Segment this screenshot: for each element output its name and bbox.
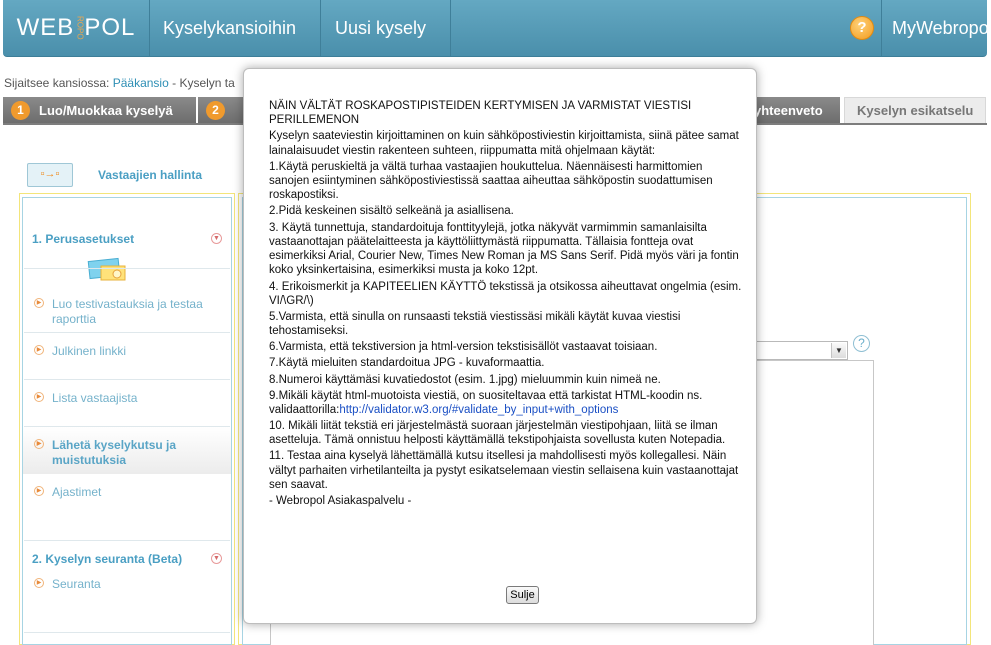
section-survey-tracking-title[interactable]: 2. Kyselyn seuranta (Beta) bbox=[32, 552, 182, 566]
tip-11: 11. Testaa aina kyselyä lähettämällä kut… bbox=[269, 450, 739, 491]
logo-text-ro: ROPO bbox=[75, 16, 85, 40]
dialog-title: NÄIN VÄLTÄT ROSKAPOSTIPISTEIDEN KERTYMIS… bbox=[269, 100, 692, 127]
bullet-arrow-icon: ▶ bbox=[34, 578, 44, 588]
tip-10: 10. Mikäli liität tekstiä eri järjestelm… bbox=[269, 420, 726, 447]
tip-7: 7.Käytä mieluiten standardoitua JPG - ku… bbox=[269, 357, 545, 370]
tip-4: 4. Erikoismerkit ja KAPITEELIEN KÄYTTÖ t… bbox=[269, 280, 742, 307]
menu-label: Ajastimet bbox=[52, 485, 102, 499]
tab-label: Luo/Muokkaa kyselyä bbox=[39, 102, 173, 118]
tip-6: 6.Varmista, että tekstiversion ja html-v… bbox=[269, 341, 658, 354]
logo-text-right: POL bbox=[84, 14, 136, 41]
top-navigation-bar: WEB ROPO POL Kyselykansioihin Uusi kysely … bbox=[3, 0, 991, 57]
tab-create-edit[interactable]: 1 Luo/Muokkaa kyselyä bbox=[3, 97, 196, 123]
webropol-logo[interactable]: WEB ROPO POL bbox=[3, 0, 150, 56]
nav-survey-folders[interactable]: Kyselykansioihin bbox=[149, 0, 321, 56]
menu-public-link[interactable]: ▶ Julkinen linkki bbox=[34, 344, 214, 359]
breadcrumb: Sijaitsee kansiossa: Pääkansio - Kyselyn… bbox=[4, 76, 235, 90]
respondent-management-icon[interactable]: ▫→▫ bbox=[27, 163, 73, 187]
tab-survey-preview[interactable]: Kyselyn esikatselu bbox=[844, 97, 986, 123]
menu-label: Lähetä kyselykutsu ja muistutuksia bbox=[52, 438, 177, 467]
breadcrumb-prefix: Sijaitsee kansiossa: bbox=[4, 76, 113, 90]
menu-tracking[interactable]: ▶ Seuranta bbox=[34, 577, 214, 592]
spam-tips-dialog: NÄIN VÄLTÄT ROSKAPOSTIPISTEIDEN KERTYMIS… bbox=[243, 68, 757, 624]
bullet-arrow-icon: ▶ bbox=[34, 439, 44, 449]
tip-3: 3. Käytä tunnettuja, standardoituja font… bbox=[269, 221, 739, 277]
nav-mywebropol[interactable]: MyWebropol bbox=[882, 0, 991, 56]
invitation-envelope-icon bbox=[87, 257, 126, 281]
menu-divider bbox=[24, 379, 230, 380]
menu-test-responses[interactable]: ▶ Luo testivastauksia ja testaa raportti… bbox=[34, 297, 214, 327]
dialog-intro: Kyselyn saateviestin kirjoittaminen on k… bbox=[269, 130, 739, 157]
tab-number-badge: 2 bbox=[206, 100, 225, 120]
menu-divider bbox=[24, 426, 230, 427]
bullet-arrow-icon: ▶ bbox=[34, 298, 44, 308]
menu-label: Julkinen linkki bbox=[52, 344, 127, 358]
dialog-content: NÄIN VÄLTÄT ROSKAPOSTIPISTEIDEN KERTYMIS… bbox=[269, 99, 744, 510]
menu-divider bbox=[24, 268, 230, 269]
tip-9: 9.Mikäli käytät html-muotoista viestiä, … bbox=[269, 389, 744, 418]
menu-label: Luo testivastauksia ja testaa raporttia bbox=[52, 297, 203, 326]
menu-respondent-list[interactable]: ▶ Lista vastaajista bbox=[34, 391, 214, 406]
menu-divider bbox=[24, 540, 230, 541]
tab-label: Kyselyn esikatselu bbox=[857, 103, 974, 118]
respondent-management-link[interactable]: Vastaajien hallinta bbox=[98, 168, 202, 182]
tab-number-badge: 1 bbox=[11, 100, 30, 120]
help-icon[interactable]: ? bbox=[850, 16, 874, 40]
close-button[interactable]: Sulje bbox=[506, 586, 539, 604]
breadcrumb-rest: - Kyselyn ta bbox=[168, 76, 235, 90]
logo-text-left: WEB bbox=[16, 14, 75, 41]
chevron-down-icon: ▼ bbox=[831, 343, 846, 358]
template-select[interactable]: ▼ bbox=[748, 341, 848, 360]
dialog-signature: - Webropol Asiakaspalvelu - bbox=[269, 495, 412, 508]
tip-2: 2.Pidä keskeinen sisältö selkeänä ja asi… bbox=[269, 205, 514, 218]
bullet-arrow-icon: ▶ bbox=[34, 392, 44, 402]
tip-5: 5.Varmista, että sinulla on runsaasti te… bbox=[269, 310, 681, 338]
tab-step-2[interactable]: 2 bbox=[198, 97, 246, 123]
menu-send-invitation[interactable]: ▶ Lähetä kyselykutsu ja muistutuksia bbox=[34, 438, 214, 468]
tab-label: yhteenveto bbox=[754, 102, 823, 118]
bullet-arrow-icon: ▶ bbox=[34, 486, 44, 496]
tip-8: 8.Numeroi käyttämäsi kuvatiedostot (esim… bbox=[269, 373, 661, 386]
breadcrumb-folder-link[interactable]: Pääkansio bbox=[113, 76, 169, 90]
menu-divider bbox=[24, 332, 230, 333]
menu-label: Lista vastaajista bbox=[52, 391, 138, 405]
tip-1: 1.Käytä peruskieltä ja vältä turhaa vast… bbox=[269, 160, 713, 202]
bullet-arrow-icon: ▶ bbox=[34, 345, 44, 355]
nav-new-survey[interactable]: Uusi kysely bbox=[321, 0, 451, 56]
menu-label: Seuranta bbox=[52, 577, 101, 591]
collapse-section-icon[interactable]: ▼ bbox=[211, 233, 222, 244]
field-help-icon[interactable]: ? bbox=[853, 335, 870, 352]
collapse-section-icon[interactable]: ▼ bbox=[211, 553, 222, 564]
validator-link[interactable]: http://validator.w3.org/#validate_by_inp… bbox=[339, 404, 618, 416]
menu-divider bbox=[24, 632, 230, 633]
menu-timers[interactable]: ▶ Ajastimet bbox=[34, 485, 214, 500]
section-basic-settings-title[interactable]: 1. Perusasetukset bbox=[32, 232, 134, 246]
